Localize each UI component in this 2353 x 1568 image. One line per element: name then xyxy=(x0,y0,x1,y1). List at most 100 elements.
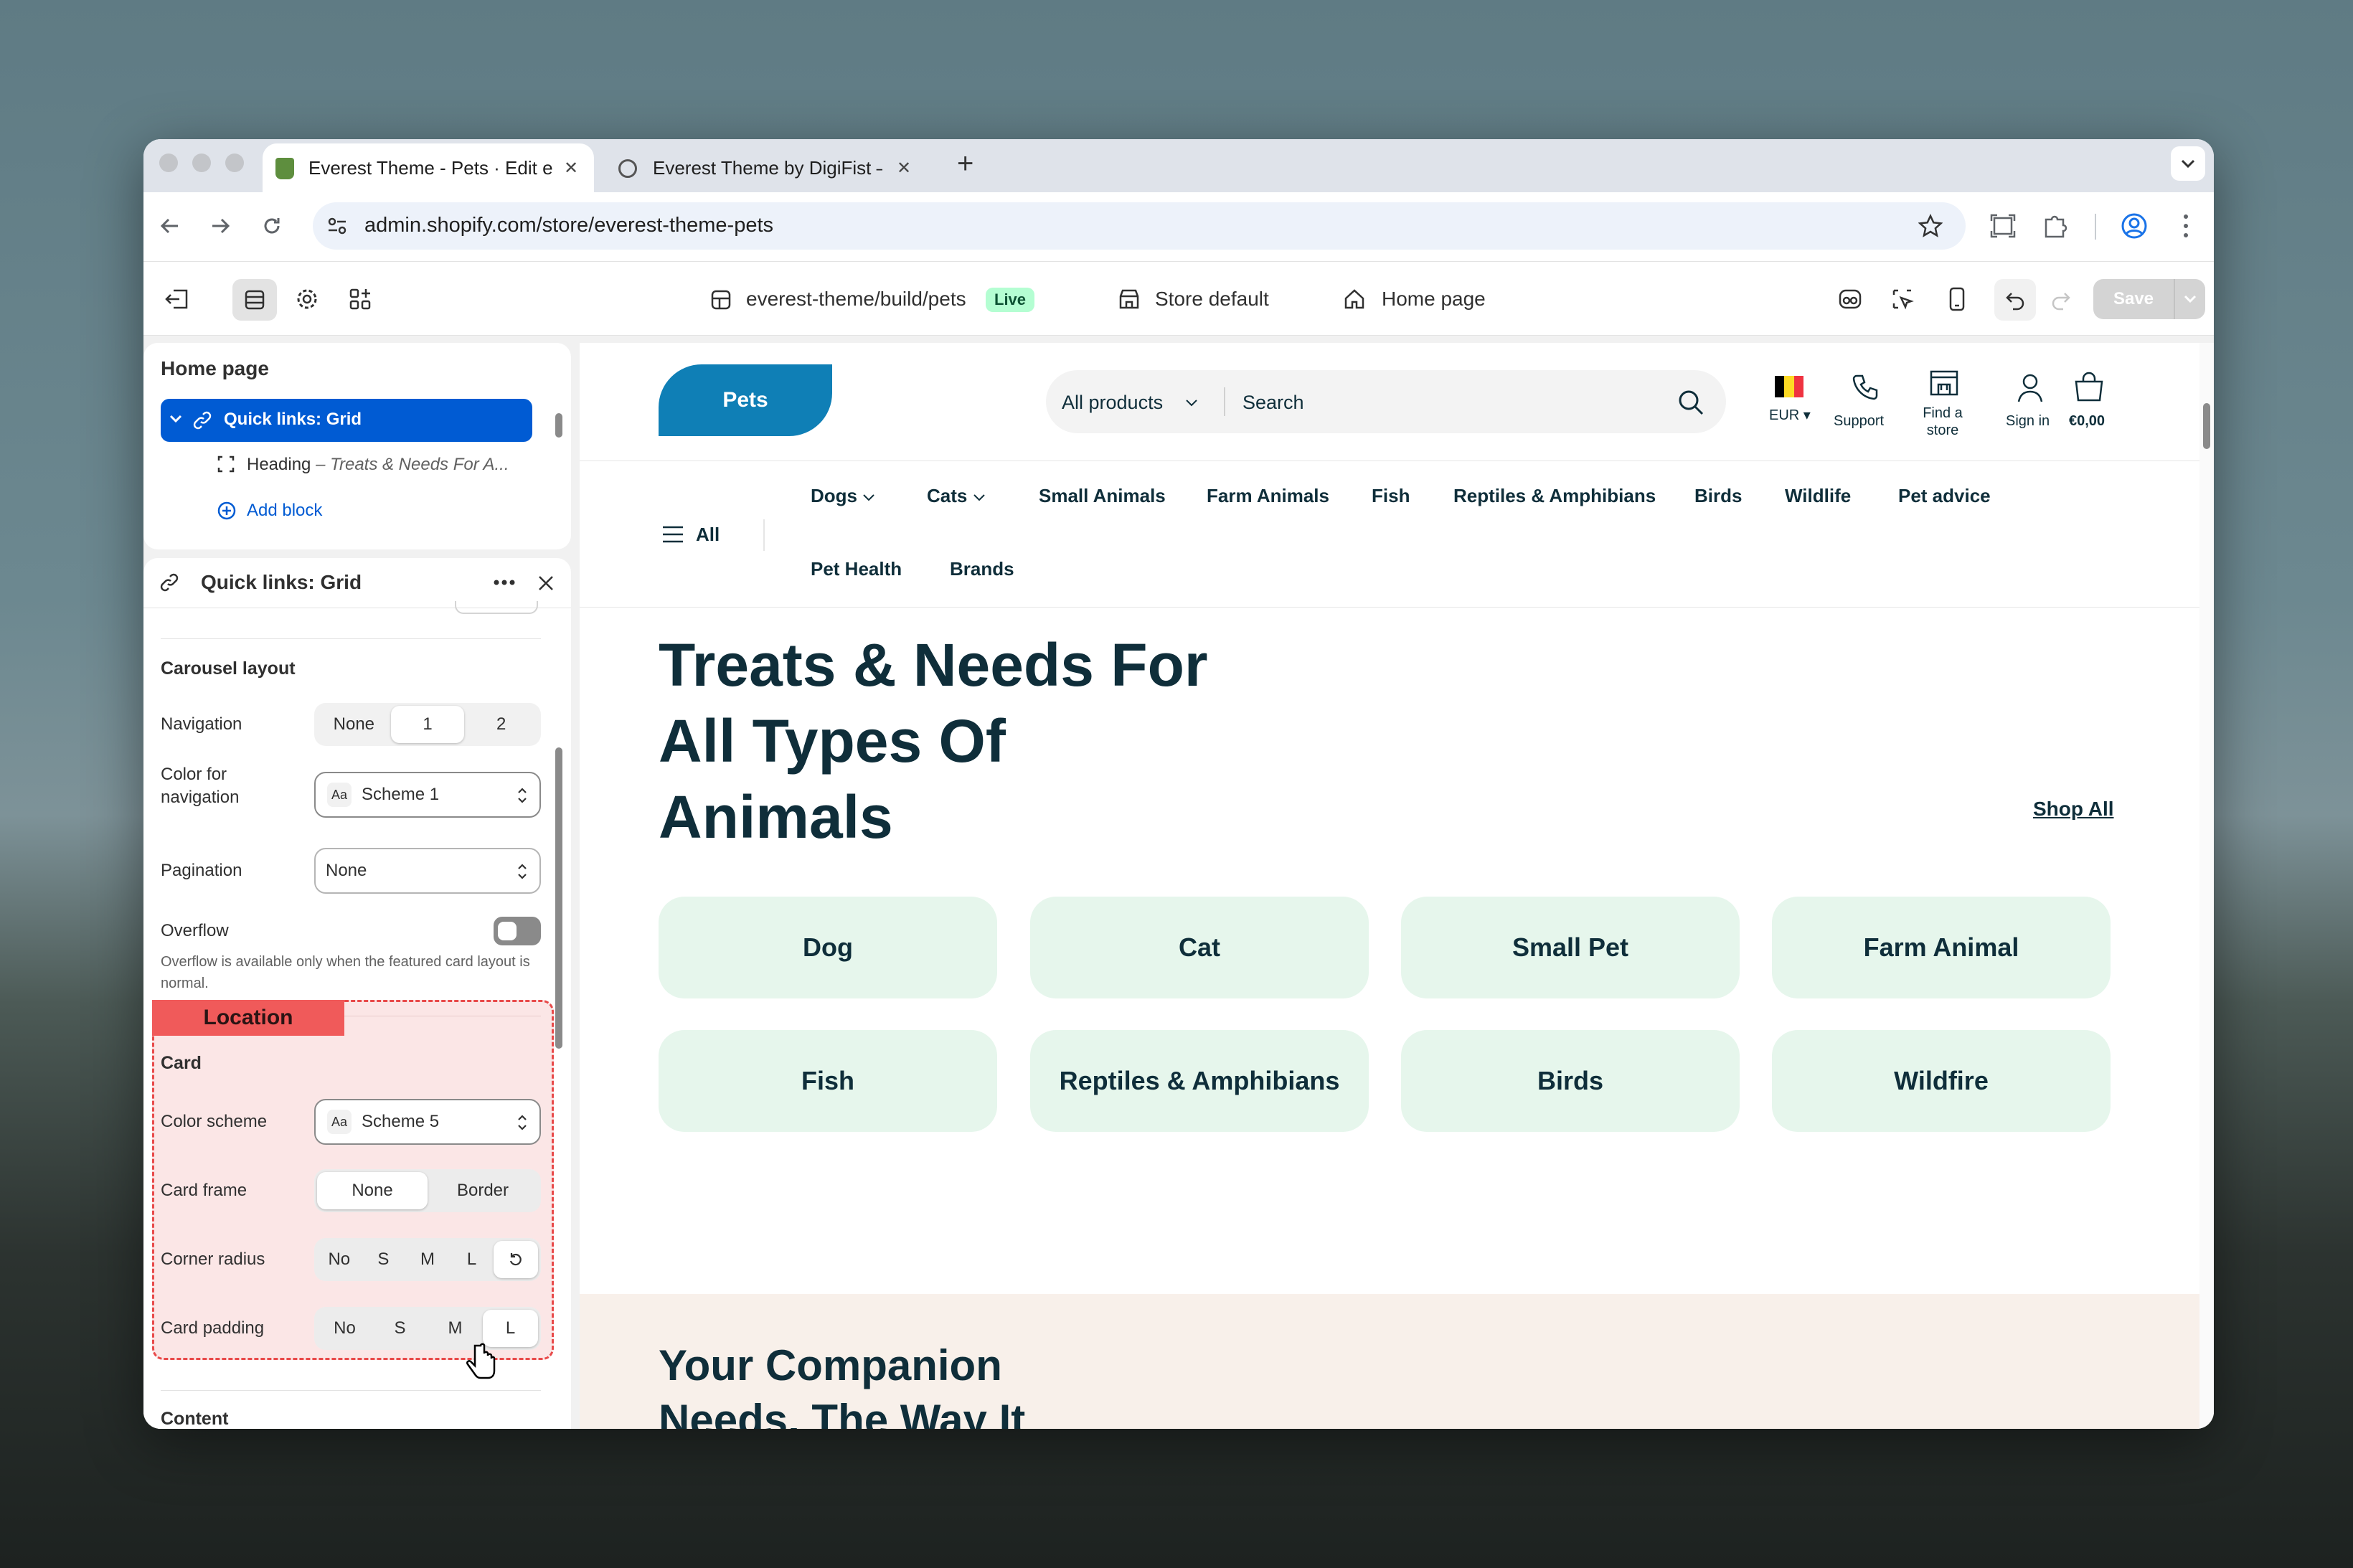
more-actions-icon[interactable] xyxy=(494,580,515,585)
overflow-toggle[interactable] xyxy=(494,917,541,945)
quick-link-card[interactable]: Farm Animal xyxy=(1772,897,2111,998)
quick-link-card[interactable]: Reptiles & Amphibians xyxy=(1030,1030,1369,1132)
corner-radius-option-l[interactable]: L xyxy=(450,1241,494,1278)
tree-title: Home page xyxy=(161,357,269,379)
preview-scrollbar[interactable] xyxy=(2203,403,2210,449)
navigation-option-none[interactable]: None xyxy=(317,706,391,743)
maximize-window-button[interactable] xyxy=(225,154,244,172)
corner-radius-option-no[interactable]: No xyxy=(317,1241,362,1278)
save-button[interactable]: Save xyxy=(2093,279,2175,319)
location-tag: Location xyxy=(152,1000,344,1036)
pagination-select[interactable]: None xyxy=(314,848,541,894)
quick-link-card[interactable]: Fish xyxy=(659,1030,997,1132)
nav-item-dogs[interactable]: Dogs xyxy=(811,485,875,507)
undo-button[interactable] xyxy=(1994,279,2036,321)
nav-item-fish[interactable]: Fish xyxy=(1372,485,1410,507)
tree-block-heading[interactable]: Heading – Treats & Needs For A... xyxy=(247,455,509,475)
select-arrows-icon xyxy=(518,864,527,879)
navigation-option-2[interactable]: 2 xyxy=(464,706,538,743)
exit-icon[interactable] xyxy=(165,288,189,311)
card-padding-option-l[interactable]: L xyxy=(483,1310,538,1347)
nav-item-pet-advice[interactable]: Pet advice xyxy=(1898,485,1991,507)
tab-search-button[interactable] xyxy=(2171,146,2205,181)
new-tab-button[interactable]: + xyxy=(957,148,973,180)
add-block-link[interactable]: Add block xyxy=(247,501,322,521)
card-frame-option-none[interactable]: None xyxy=(317,1172,428,1209)
save-options-button[interactable] xyxy=(2175,279,2205,319)
nav-item-small-animals[interactable]: Small Animals xyxy=(1039,485,1166,507)
tree-item-quick-links[interactable]: Quick links: Grid xyxy=(161,399,532,442)
close-tab-icon[interactable]: ✕ xyxy=(897,158,911,179)
navigation-option-1[interactable]: 1 xyxy=(390,706,465,743)
nav-item-birds[interactable]: Birds xyxy=(1694,485,1742,507)
quick-link-card[interactable]: Wildfire xyxy=(1772,1030,2111,1132)
close-icon[interactable] xyxy=(537,574,555,592)
quick-link-card[interactable]: Cat xyxy=(1030,897,1369,998)
color-scheme-select[interactable]: Aa Scheme 5 xyxy=(314,1099,541,1145)
page-selector[interactable]: Home page xyxy=(1382,288,1486,311)
preview-inspector-icon[interactable] xyxy=(1838,288,1862,311)
gear-icon[interactable] xyxy=(296,288,319,311)
currency-selector[interactable]: EUR ▾ xyxy=(1769,406,1811,424)
site-settings-icon[interactable] xyxy=(327,217,347,235)
close-tab-icon[interactable]: ✕ xyxy=(564,158,578,179)
nav-item-farm-animals[interactable]: Farm Animals xyxy=(1207,485,1329,507)
store-location-icon xyxy=(1930,370,1958,396)
reload-icon[interactable] xyxy=(261,215,283,237)
all-menu-button[interactable]: All xyxy=(696,524,720,546)
card-padding-option-s[interactable]: S xyxy=(372,1310,428,1347)
quick-link-card[interactable]: Small Pet xyxy=(1401,897,1740,998)
toolbar-divider xyxy=(2095,214,2096,240)
redo-icon[interactable] xyxy=(2050,289,2072,311)
card-frame-option-border[interactable]: Border xyxy=(428,1172,538,1209)
nav-item-pet-health[interactable]: Pet Health xyxy=(811,558,902,580)
quick-link-card[interactable]: Birds xyxy=(1401,1030,1740,1132)
nav-color-select[interactable]: Aa Scheme 1 xyxy=(314,772,541,818)
quick-link-card[interactable]: Dog xyxy=(659,897,997,998)
sign-in-link[interactable]: Sign in xyxy=(2006,413,2050,430)
sections-button[interactable] xyxy=(232,279,277,321)
back-icon[interactable] xyxy=(159,215,181,237)
omnibox[interactable]: admin.shopify.com/store/everest-theme-pe… xyxy=(313,202,1966,250)
settings-scrollbar[interactable] xyxy=(555,747,562,1049)
corner-radius-option-m[interactable]: M xyxy=(405,1241,450,1278)
card-padding-option-no[interactable]: No xyxy=(317,1310,372,1347)
browser-menu-icon[interactable] xyxy=(2182,212,2189,240)
search-icon[interactable] xyxy=(1677,389,1704,416)
nav-item-brands[interactable]: Brands xyxy=(950,558,1014,580)
tab-everest-digifist[interactable]: Everest Theme by DigiFist – E ✕ xyxy=(604,143,920,192)
tree-scrollbar[interactable] xyxy=(555,413,562,438)
screen-capture-icon[interactable] xyxy=(1990,214,2016,238)
nav-item-wildlife[interactable]: Wildlife xyxy=(1785,485,1851,507)
profile-icon[interactable] xyxy=(2121,212,2148,240)
select-tool-icon[interactable] xyxy=(1891,288,1914,311)
nav-item-reptiles[interactable]: Reptiles & Amphibians xyxy=(1453,485,1656,507)
nav-color-value: Scheme 1 xyxy=(362,785,440,804)
tab-everest-editor[interactable]: Everest Theme - Pets · Edit e ✕ xyxy=(263,143,594,192)
corner-radius-option-s[interactable]: S xyxy=(362,1241,406,1278)
close-window-button[interactable] xyxy=(159,154,178,172)
store-logo[interactable]: Pets xyxy=(659,364,832,436)
mobile-preview-icon[interactable] xyxy=(1948,286,1966,312)
find-store-link[interactable]: Find a store xyxy=(1914,405,1971,439)
nav-item-cats[interactable]: Cats xyxy=(927,485,986,507)
next-section-heading: Your Companion Needs, The Way It xyxy=(659,1338,1025,1429)
user-icon xyxy=(2017,374,2043,402)
forward-icon[interactable] xyxy=(209,215,231,237)
apps-icon[interactable] xyxy=(349,288,372,311)
phone-icon xyxy=(1852,374,1878,400)
store-selector[interactable]: Store default xyxy=(1155,288,1269,311)
shop-all-link[interactable]: Shop All xyxy=(2033,798,2114,821)
card-padding-option-m[interactable]: M xyxy=(428,1310,483,1347)
bookmark-star-icon[interactable] xyxy=(1918,214,1943,238)
chevron-down-icon[interactable] xyxy=(169,415,182,425)
support-link[interactable]: Support xyxy=(1834,413,1884,430)
cart-total[interactable]: €0,00 xyxy=(2069,413,2105,430)
search-category[interactable]: All products xyxy=(1062,392,1163,414)
hamburger-icon[interactable] xyxy=(661,525,684,544)
corner-radius-reset[interactable] xyxy=(494,1241,538,1278)
extensions-icon[interactable] xyxy=(2043,212,2067,238)
theme-path[interactable]: everest-theme/build/pets xyxy=(746,288,966,311)
search-input[interactable]: Search xyxy=(1242,392,1304,414)
minimize-window-button[interactable] xyxy=(192,154,211,172)
